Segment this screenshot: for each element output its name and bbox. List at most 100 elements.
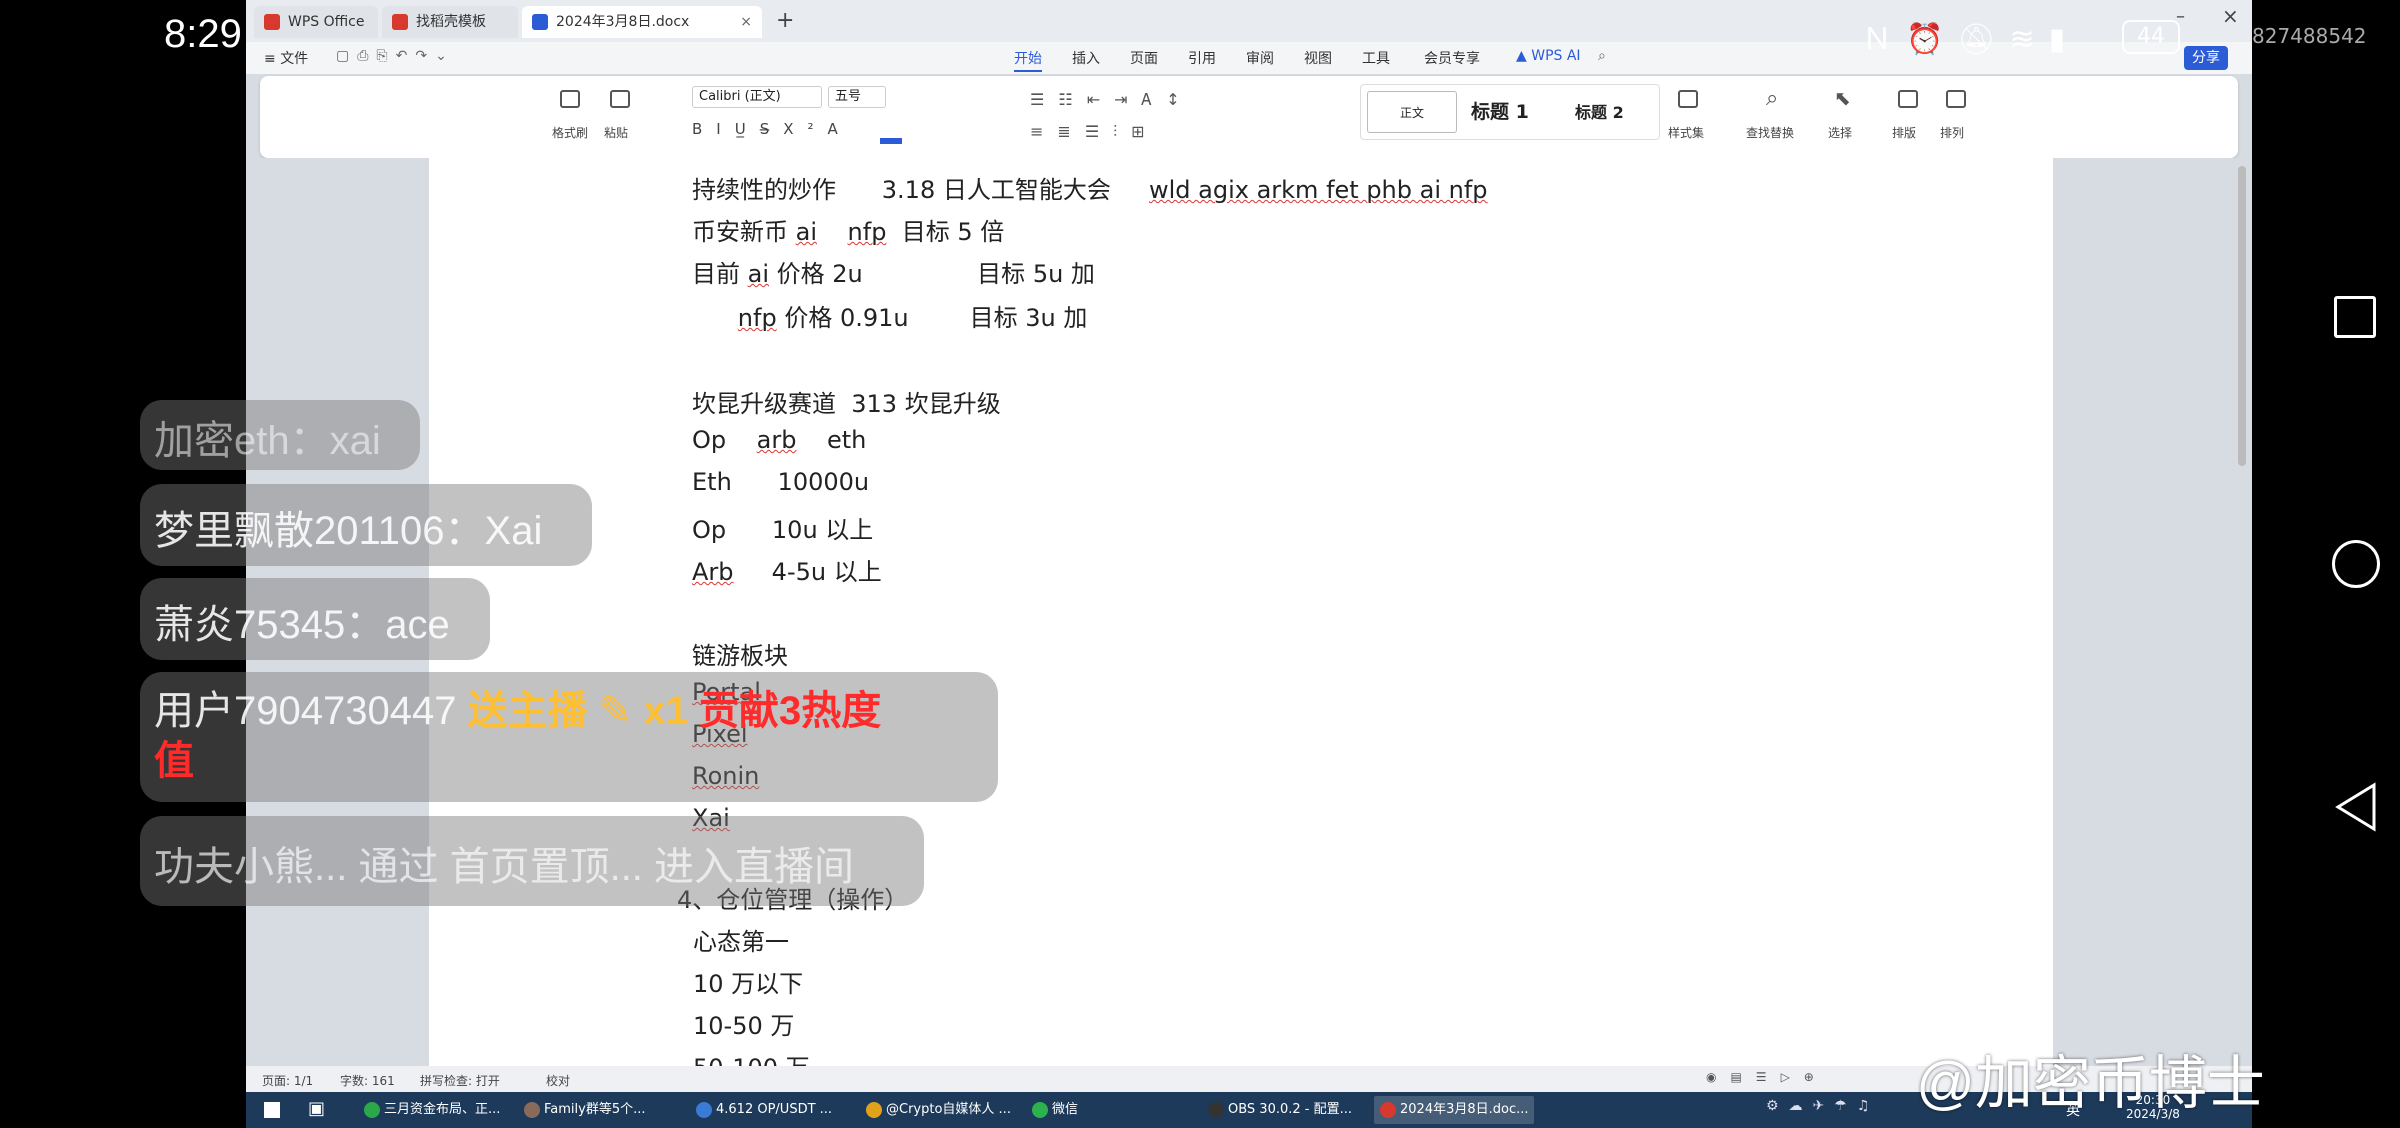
- file-menu[interactable]: ≡ 文件: [264, 48, 308, 68]
- tab-template[interactable]: 找稻壳模板: [382, 6, 518, 38]
- style-set-label: 样式集: [1668, 126, 1705, 140]
- taskbar-app[interactable]: OBS 30.0.2 - 配置...: [1202, 1096, 1362, 1124]
- menu-page[interactable]: 页面: [1130, 48, 1158, 68]
- doc-text: 4-5u 以上: [733, 558, 882, 586]
- spellcheck-word: wld agix arkm fet phb ai nfp: [1148, 176, 1488, 204]
- doc-line: 坎昆升级赛道 313 坎昆升级: [692, 384, 1001, 419]
- arrange-icon[interactable]: [1946, 90, 1966, 108]
- system-tray-icons[interactable]: ⚙☁✈☂♫: [1766, 1098, 1879, 1114]
- font-format-buttons[interactable]: BIU̲S̶X²A: [692, 120, 852, 138]
- menu-insert[interactable]: 插入: [1072, 48, 1100, 68]
- contribution-label: 贡献3热度: [698, 689, 882, 733]
- chat-user: 功夫小熊...: [154, 845, 348, 889]
- font-name-select[interactable]: Calibri (正文): [692, 86, 822, 108]
- ribbon-toolbar: 格式刷 粘贴 Calibri (正文) 五号 BIU̲S̶X²A ☰☷⇤⇥Ꭺ↕ …: [260, 76, 2238, 158]
- menu-tools[interactable]: 工具: [1362, 48, 1390, 68]
- recents-button[interactable]: [2334, 296, 2376, 338]
- taskbar-app[interactable]: 微信: [1026, 1096, 1186, 1124]
- quick-access-icons[interactable]: ▢⎙⎘↶↷⌄: [336, 48, 455, 64]
- doc-line: 10-50 万: [693, 1012, 795, 1040]
- new-tab-icon[interactable]: +: [776, 8, 794, 33]
- app-icon: [1380, 1102, 1396, 1118]
- doc-line: Eth 10000u: [692, 468, 869, 496]
- doc-text: [817, 218, 848, 246]
- menu-home[interactable]: 开始: [1014, 48, 1042, 72]
- doc-text: Eth 10000u: [692, 468, 870, 496]
- contribution-tail: 值: [154, 739, 194, 783]
- taskbar-app[interactable]: @Crypto自媒体人 ...: [860, 1096, 1020, 1124]
- taskbar-app[interactable]: 三月资金布局、正...: [358, 1096, 508, 1124]
- paste-icon[interactable]: [610, 90, 630, 108]
- taskbar-app[interactable]: Family群等5个...: [518, 1096, 678, 1124]
- account-id: 827488542: [2252, 24, 2367, 48]
- start-icon[interactable]: [264, 1102, 280, 1118]
- doc-line: nfp 价格 0.91u 目标 3u 加: [692, 298, 1088, 333]
- doc-text: 持续性的炒作 3.18 日人工智能大会: [692, 176, 1149, 204]
- spellcheck-word: nfp: [737, 304, 777, 332]
- taskbar-app-label: 4.612 OP/USDT ...: [716, 1102, 833, 1117]
- find-replace-icon[interactable]: ⌕: [1766, 86, 1778, 111]
- chat-message: 功夫小熊... 通过 首页置顶... 进入直播间: [154, 834, 854, 892]
- chat-message: 萧炎75345：ace: [154, 592, 450, 650]
- taskbar-app-label: 微信: [1052, 1102, 1079, 1117]
- app-icon: [696, 1102, 712, 1118]
- taskbar-app[interactable]: 4.612 OP/USDT ...: [690, 1096, 850, 1124]
- spellcheck-word: ai: [795, 218, 818, 246]
- doc-text: Op 10u 以上: [692, 516, 874, 544]
- close-window-icon[interactable]: ×: [2222, 4, 2239, 28]
- format-painter-icon[interactable]: [560, 90, 580, 108]
- gift-count: x1: [643, 689, 688, 733]
- arrange-label: 排列: [1940, 126, 1965, 140]
- style-set-icon[interactable]: [1678, 90, 1698, 108]
- style-heading-2[interactable]: 标题 2: [1575, 99, 1624, 123]
- tab-document[interactable]: 2024年3月8日.docx ×: [522, 6, 762, 38]
- document-page[interactable]: 持续性的炒作 3.18 日人工智能大会 wld agix arkm fet ph…: [429, 158, 2053, 1082]
- doc-line: Op arb eth: [692, 426, 866, 454]
- spellcheck-word: ai: [747, 260, 770, 288]
- spell-check-toggle[interactable]: 拼写检查: 打开: [420, 1072, 500, 1089]
- tab-label: WPS Office: [288, 14, 365, 30]
- font-size-select[interactable]: 五号: [828, 86, 886, 108]
- close-tab-icon[interactable]: ×: [740, 6, 752, 38]
- find-replace-label: 查找替换: [1746, 126, 1795, 140]
- home-button[interactable]: [2332, 540, 2380, 588]
- style-normal[interactable]: 正文: [1367, 91, 1457, 133]
- tab-wps-office[interactable]: WPS Office: [254, 6, 378, 38]
- task-view-icon[interactable]: ▣: [308, 1098, 325, 1119]
- typeset-icon[interactable]: [1898, 90, 1918, 108]
- format-painter-label: 格式刷: [552, 126, 589, 140]
- back-button[interactable]: [2334, 782, 2378, 832]
- doc-line: 10 万以下: [693, 970, 804, 998]
- typeset-label: 排版: [1892, 126, 1917, 140]
- weibo-watermark: @加密币博士: [1916, 1051, 2265, 1116]
- taskbar-app[interactable]: 2024年3月8日.doc...: [1374, 1096, 1534, 1124]
- doc-text: 目前: [692, 260, 748, 288]
- gift-label: 送主播: [467, 689, 588, 733]
- menu-reference[interactable]: 引用: [1188, 48, 1216, 68]
- menu-review[interactable]: 审阅: [1246, 48, 1274, 68]
- list-buttons[interactable]: ☰☷⇤⇥Ꭺ↕: [1030, 90, 1194, 110]
- chat-user: 加密eth: [154, 419, 290, 463]
- select-icon[interactable]: ⬉: [1834, 86, 1851, 110]
- chat-message: 加密eth：xai: [154, 408, 381, 466]
- search-icon[interactable]: ⌕: [1598, 48, 1606, 64]
- alignment-buttons[interactable]: ≡≣☰⫶⊞: [1030, 122, 1159, 142]
- chat-user: 萧炎75345: [154, 603, 346, 647]
- font-color-swatch[interactable]: [880, 138, 902, 144]
- menu-view[interactable]: 视图: [1304, 48, 1332, 68]
- menu-member[interactable]: 会员专享: [1424, 48, 1480, 68]
- chat-text: ：xai: [289, 419, 381, 463]
- paste-label: 粘贴: [604, 126, 629, 140]
- doc-line: 链游板块: [692, 636, 788, 671]
- tab-label: 2024年3月8日.docx: [556, 14, 690, 30]
- scrollbar[interactable]: [2238, 166, 2246, 466]
- view-mode-icons[interactable]: ◉▤☰▷⊕: [1706, 1070, 1828, 1084]
- share-button[interactable]: 分享: [2184, 46, 2228, 70]
- doc-text: 坎昆升级赛道 313 坎昆升级: [692, 390, 1001, 418]
- doc-line: 持续性的炒作 3.18 日人工智能大会 wld agix arkm fet ph…: [692, 170, 1488, 205]
- chat-text: ：ace: [345, 603, 450, 647]
- wps-ai-button[interactable]: ▲ WPS AI: [1516, 48, 1581, 64]
- style-heading-1[interactable]: 标题 1: [1471, 97, 1529, 124]
- spellcheck-word: Arb: [692, 558, 734, 586]
- proofread-button[interactable]: 校对: [546, 1072, 570, 1089]
